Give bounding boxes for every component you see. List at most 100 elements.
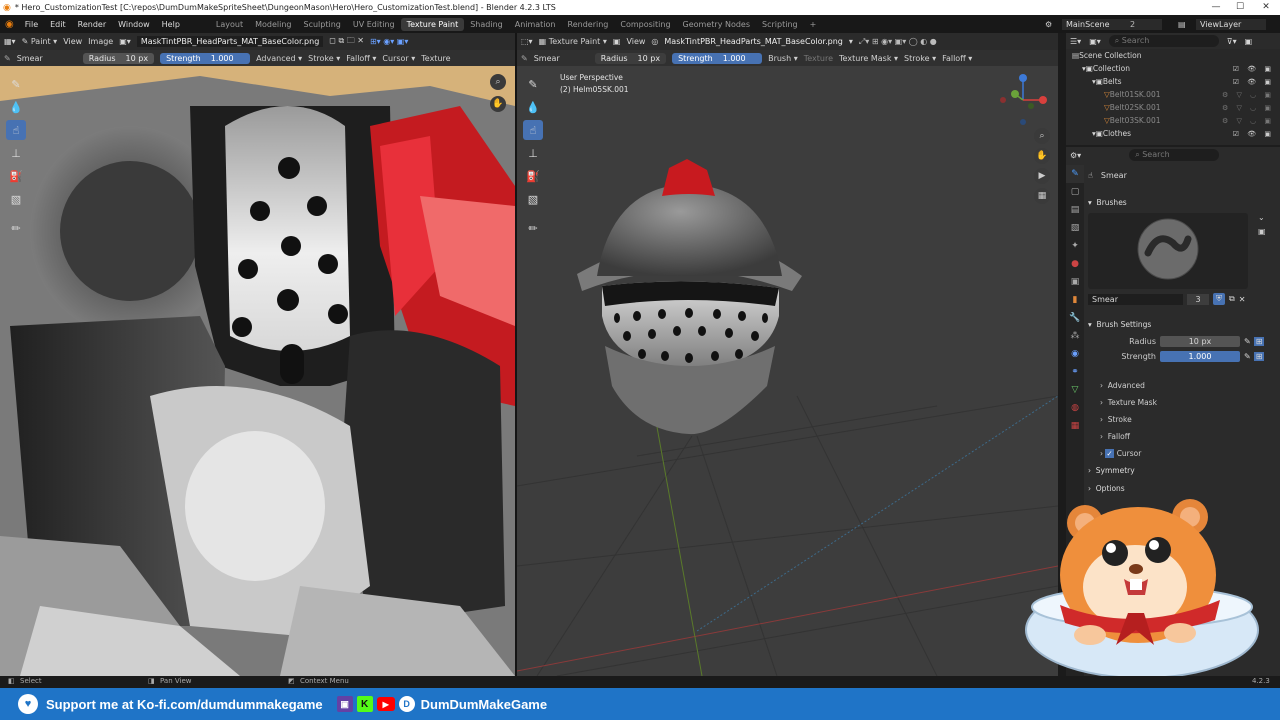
fake-user-shield-icon[interactable]: ⛨ (1213, 293, 1225, 305)
image-dropdown-icon[interactable]: ▾ (849, 37, 853, 46)
filter-icon[interactable]: ⊽▾ (1227, 37, 1237, 46)
collection-tab-icon[interactable]: ▣ (1066, 273, 1084, 291)
zoom-icon[interactable]: ⌕ (490, 74, 506, 90)
tool-tab-icon[interactable]: ✎ (1066, 165, 1084, 183)
mode-dropdown[interactable]: ▦ Texture Paint ▾ (539, 37, 607, 46)
cursor-subpanel[interactable]: › ✓ Cursor (1066, 445, 1280, 462)
visibility-toggles[interactable]: ☑ 👁 ▣ (1233, 65, 1274, 73)
menu-window[interactable]: Window (112, 20, 156, 29)
mask-tool-icon[interactable]: ▧ (523, 189, 543, 209)
brush-dropdown[interactable]: Brush ▾ (768, 54, 798, 63)
brush-settings-header[interactable]: ▾ Brush Settings (1088, 317, 1278, 331)
clone-tool-icon[interactable]: ⊥ (6, 143, 26, 163)
visibility-toggles[interactable]: ☑ 👁 ▣ (1233, 130, 1274, 138)
cursor-dropdown[interactable]: Cursor ▾ (382, 54, 415, 63)
stroke-dropdown[interactable]: Stroke ▾ (308, 54, 340, 63)
tab-geometry-nodes[interactable]: Geometry Nodes (677, 18, 756, 31)
image-tools-icons[interactable]: ◻ ⧉ 🗀 ✕ (329, 35, 364, 49)
channel-name-text[interactable]: DumDumMakeGame (421, 697, 547, 712)
viewport-canvas[interactable]: User Perspective (2) Helm05SK.001 ✎ 💧 ☝ … (517, 66, 1058, 676)
fill-tool-icon[interactable]: ⛽ (523, 166, 543, 186)
image-browse-icon[interactable]: ▣▾ (119, 37, 131, 46)
falloff-dropdown[interactable]: Falloff ▾ (346, 54, 376, 63)
advanced-subpanel[interactable]: › Advanced (1066, 377, 1280, 394)
tab-layout[interactable]: Layout (210, 18, 249, 31)
image-menu[interactable]: Image (88, 37, 113, 46)
modifier-tab-icon[interactable]: 🔧 (1066, 309, 1084, 327)
navigation-gizmo[interactable] (997, 72, 1053, 128)
tab-sculpting[interactable]: Sculpting (298, 18, 347, 31)
view-layer-tab-icon[interactable]: ▧ (1066, 219, 1084, 237)
unlink-brush-icon[interactable]: ✕ (1239, 295, 1246, 304)
view-menu[interactable]: View (63, 37, 82, 46)
soften-tool-icon[interactable]: 💧 (523, 97, 543, 117)
active-image-name[interactable]: MaskTintPBR_HeadParts_MAT_BaseColor.png (664, 37, 842, 46)
outliner-scene-collection[interactable]: ▤ Scene Collection (1066, 49, 1280, 62)
image-name-field[interactable]: MaskTintPBR_HeadParts_MAT_BaseColor.png (136, 36, 324, 47)
tab-compositing[interactable]: Compositing (614, 18, 676, 31)
blender-menu-icon[interactable]: ◉ (0, 19, 19, 30)
stroke-dropdown[interactable]: Stroke ▾ (904, 54, 936, 63)
outliner-search-input[interactable]: ⌕ Search (1108, 35, 1219, 47)
cursor-checkbox[interactable]: ✓ (1105, 449, 1114, 458)
viewport-shading-icons[interactable]: ⤢▾ ⊞ ◉▾ ▣▾ ◯ ◐ ● (859, 37, 937, 47)
texture-dropdown[interactable]: Texture (421, 54, 450, 63)
outliner-collection[interactable]: ▾ ▣ Collection ☑ 👁 ▣ (1066, 62, 1280, 75)
pan-hand-icon[interactable]: ✋ (1034, 148, 1050, 164)
pan-hand-icon[interactable]: ✋ (490, 96, 506, 112)
pressure-pen-icon[interactable]: ✎ (1244, 337, 1251, 346)
display-mode-icon[interactable]: ▣▾ (1089, 37, 1101, 46)
draw-tool-icon[interactable]: ✎ (523, 74, 543, 94)
mode-dropdown[interactable]: ✎ Paint ▾ (22, 37, 58, 46)
menu-edit[interactable]: Edit (44, 20, 72, 29)
brush-name-field[interactable]: Smear (1088, 293, 1183, 305)
tab-uv-editing[interactable]: UV Editing (347, 18, 401, 31)
strength-field[interactable]: Strength 1.000 (672, 52, 763, 64)
kofi-support-text[interactable]: Support me at Ko-fi.com/dumdummakegame (46, 697, 323, 712)
annotate-tool-icon[interactable]: ✏ (523, 218, 543, 238)
outliner-item[interactable]: ▽ Belt02SK.001 ⚙ ▽ ◡ ▣ (1066, 101, 1280, 114)
texture-dropdown[interactable]: Texture (804, 54, 833, 63)
zoom-icon[interactable]: ⌕ (1034, 128, 1050, 144)
smear-tool-icon[interactable]: ☝ (6, 120, 26, 140)
maximize-icon[interactable]: ☐ (1228, 0, 1252, 15)
grid-icon[interactable]: ▦ (1034, 188, 1050, 204)
texture-mask-dropdown[interactable]: Texture Mask ▾ (839, 54, 898, 63)
properties-search-input[interactable]: ⌕ Search (1129, 149, 1220, 161)
soften-tool-icon[interactable]: 💧 (6, 97, 26, 117)
object-tab-icon[interactable]: ▮ (1066, 291, 1084, 309)
camera-icon[interactable]: ▶ (1034, 168, 1050, 184)
falloff-dropdown[interactable]: Falloff ▾ (942, 54, 972, 63)
outliner-belts-collection[interactable]: ▾ ▣ Belts ☑ 👁 ▣ (1066, 75, 1280, 88)
viewlayer-selector[interactable]: ViewLayer (1196, 18, 1266, 30)
visibility-toggles[interactable]: ⚙ ▽ ◡ ▣ (1222, 104, 1274, 112)
duplicate-brush-icon[interactable]: ⧉ (1229, 294, 1235, 304)
radius-field[interactable]: Radius 10 px (594, 52, 667, 64)
image-canvas[interactable]: ✎ 💧 ☝ ⊥ ⛽ ▧ ✏ ⌕ ✋ (0, 66, 515, 676)
physics-tab-icon[interactable]: ◉ (1066, 345, 1084, 363)
falloff-subpanel[interactable]: › Falloff (1066, 428, 1280, 445)
mask-tool-icon[interactable]: ▧ (6, 189, 26, 209)
radius-field[interactable]: Radius 10 px (82, 52, 155, 64)
properties-editor-icon[interactable]: ⚙▾ (1070, 151, 1081, 160)
smear-tool-icon[interactable]: ☝ (523, 120, 543, 140)
scene-selector[interactable]: MainScene (1062, 18, 1162, 30)
texture-mask-subpanel[interactable]: › Texture Mask (1066, 394, 1280, 411)
brushes-panel-header[interactable]: ▾ Brushes (1088, 195, 1278, 209)
tab-texture-paint[interactable]: Texture Paint (400, 17, 465, 31)
outliner-editor-icon[interactable]: ☰▾ (1070, 37, 1081, 46)
radius-field[interactable]: 10 px (1160, 336, 1240, 347)
brush-name[interactable]: Smear (534, 54, 589, 63)
tab-scripting[interactable]: Scripting (756, 18, 804, 31)
menu-render[interactable]: Render (72, 20, 112, 29)
advanced-dropdown[interactable]: Advanced ▾ (256, 54, 302, 63)
tab-modeling[interactable]: Modeling (249, 18, 297, 31)
brush-list-arrow-icon[interactable]: ⌄ (1258, 213, 1265, 222)
clone-tool-icon[interactable]: ⊥ (523, 143, 543, 163)
visibility-toggles[interactable]: ⚙ ▽ ◡ ▣ (1222, 91, 1274, 99)
radius-unit-icon[interactable]: ⊞ (1253, 337, 1265, 346)
add-workspace-icon[interactable]: + (804, 18, 823, 31)
pressure-pen-icon[interactable]: ✎ (1244, 352, 1251, 361)
close-icon[interactable]: ✕ (1254, 0, 1278, 15)
view-menu[interactable]: View (626, 37, 645, 46)
